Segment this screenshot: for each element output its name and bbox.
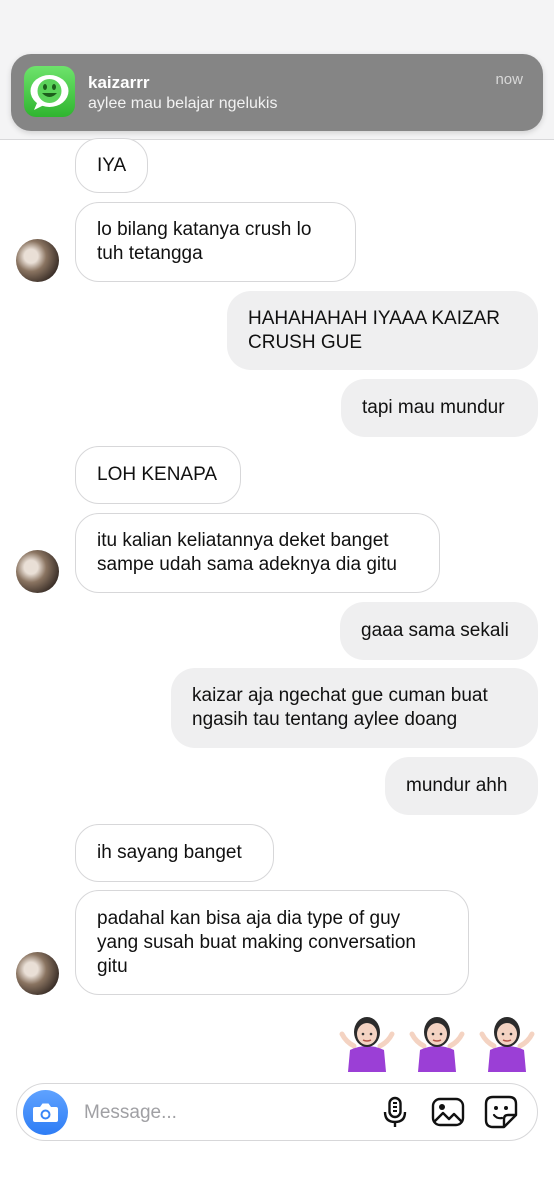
shrug-woman-emoji [339, 1017, 395, 1072]
outgoing-message[interactable]: tapi mau mundur [341, 379, 538, 437]
notification-preview: aylee mau belajar ngelukis [88, 95, 278, 112]
camera-button[interactable] [23, 1090, 68, 1135]
incoming-message[interactable]: lo bilang katanya crush lo tuh tetangga [75, 202, 356, 282]
incoming-message[interactable]: itu kalian keliatannya deket banget samp… [75, 513, 440, 593]
contact-avatar[interactable] [16, 239, 59, 282]
outgoing-message[interactable]: mundur ahh [385, 757, 538, 815]
microphone-icon[interactable] [377, 1094, 413, 1130]
gallery-icon[interactable] [430, 1094, 466, 1130]
messages-app-icon [24, 66, 75, 117]
outgoing-message[interactable]: kaizar aja ngechat gue cuman buat ngasih… [171, 668, 538, 748]
shrug-woman-emoji [409, 1017, 465, 1072]
notification-sender: kaizarrr [88, 73, 150, 92]
incoming-message[interactable]: IYA [75, 138, 148, 193]
incoming-message[interactable]: LOH KENAPA [75, 446, 241, 504]
shrug-woman-emoji [479, 1017, 535, 1072]
emoji-message[interactable] [336, 1012, 538, 1072]
header-divider [0, 139, 554, 140]
notification-time: now [495, 71, 523, 88]
sticker-icon[interactable] [483, 1094, 519, 1130]
outgoing-message[interactable]: HAHAHAHAH IYAAA KAIZAR CRUSH GUE [227, 291, 538, 370]
camera-icon [33, 1103, 58, 1122]
contact-avatar[interactable] [16, 550, 59, 593]
incoming-message[interactable]: padahal kan bisa aja dia type of guy yan… [75, 890, 469, 995]
incoming-message[interactable]: ih sayang banget [75, 824, 274, 882]
contact-avatar[interactable] [16, 952, 59, 995]
message-input[interactable] [84, 1099, 354, 1127]
outgoing-message[interactable]: gaaa sama sekali [340, 602, 538, 660]
